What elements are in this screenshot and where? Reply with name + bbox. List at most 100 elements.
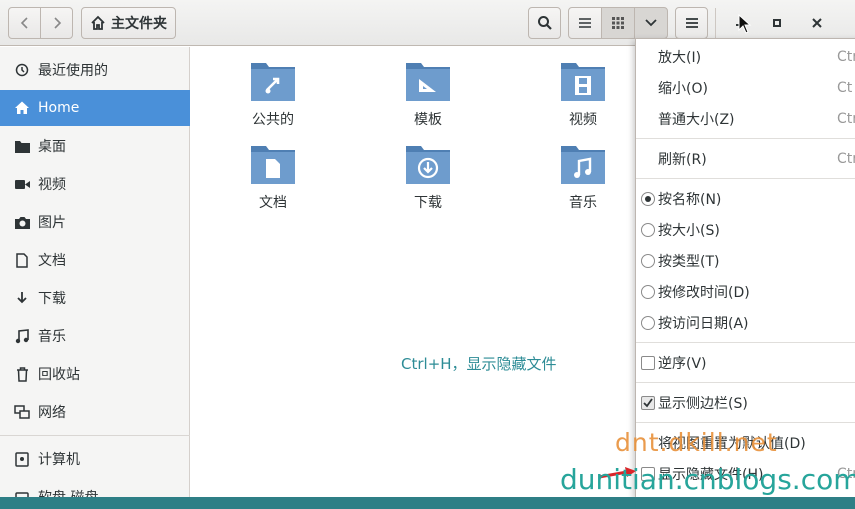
menu-item-sort-type[interactable]: 按类型(T) bbox=[636, 246, 855, 276]
menu-item-sort-size[interactable]: 按大小(S) bbox=[636, 215, 855, 245]
menu-item-zoom-out[interactable]: 缩小(O) Ct bbox=[636, 73, 855, 103]
menu-item-label: 逆序(V) bbox=[658, 356, 707, 372]
folder-icon bbox=[14, 138, 30, 154]
menu-item-accel: Ctr bbox=[837, 151, 855, 167]
disk-icon bbox=[14, 489, 30, 497]
folder-label: 公共的 bbox=[252, 112, 294, 128]
sidebar-item-trash[interactable]: 回收站 bbox=[0, 356, 190, 392]
search-icon bbox=[537, 16, 552, 30]
sidebar-item-computer[interactable]: 计算机 bbox=[0, 441, 190, 477]
sidebar-item-disk[interactable]: 软盘 磁盘 bbox=[0, 479, 190, 497]
maximize-icon bbox=[773, 19, 781, 27]
music-icon bbox=[14, 328, 30, 344]
watermark-site2: dunitian.cnblogs.com bbox=[560, 463, 855, 496]
folder-videos[interactable]: 视频 bbox=[538, 59, 628, 139]
menu-item-label: 显示侧边栏(S) bbox=[658, 396, 748, 412]
sidebar-separator bbox=[0, 435, 190, 436]
view-options-button[interactable] bbox=[634, 7, 668, 39]
menu-item-accel: Ctr bbox=[837, 111, 855, 127]
sidebar-item-network[interactable]: 网络 bbox=[0, 394, 190, 430]
back-button[interactable] bbox=[8, 7, 41, 39]
document-icon bbox=[14, 252, 30, 268]
sidebar-item-home[interactable]: Home bbox=[0, 90, 190, 126]
sidebar-item-label: 回收站 bbox=[38, 367, 80, 383]
home-icon bbox=[14, 100, 30, 116]
list-view-button[interactable] bbox=[568, 7, 602, 39]
path-button-home[interactable]: 主文件夹 bbox=[81, 7, 176, 39]
checkbox-indicator bbox=[641, 396, 655, 410]
radio-indicator bbox=[641, 254, 655, 268]
folder-label: 模板 bbox=[414, 112, 442, 128]
checkbox-indicator bbox=[641, 356, 655, 370]
search-button[interactable] bbox=[528, 7, 561, 39]
menu-item-sort-atime[interactable]: 按访问日期(A) bbox=[636, 308, 855, 338]
chevron-left-icon bbox=[20, 17, 28, 29]
menu-separator bbox=[636, 178, 855, 179]
sidebar-item-documents[interactable]: 文档 bbox=[0, 242, 190, 278]
sidebar-item-label: 音乐 bbox=[38, 329, 66, 345]
menu-item-accel: Ctr bbox=[837, 49, 855, 65]
sidebar-item-label: 图片 bbox=[38, 215, 66, 231]
folder-music[interactable]: 音乐 bbox=[538, 142, 628, 222]
sidebar-item-music[interactable]: 音乐 bbox=[0, 318, 190, 354]
menu-separator bbox=[636, 382, 855, 383]
grid-icon bbox=[612, 17, 624, 29]
menu-item-sort-mtime[interactable]: 按修改时间(D) bbox=[636, 277, 855, 307]
sidebar-item-downloads[interactable]: 下载 bbox=[0, 280, 190, 316]
menu-item-label: 按类型(T) bbox=[658, 254, 720, 270]
sidebar-item-desktop[interactable]: 桌面 bbox=[0, 128, 190, 164]
file-manager-window: 主文件夹 最近使用的 Home 桌面 视频 图片 文档 下载 音乐 回收站 网络… bbox=[0, 0, 855, 497]
menu-item-show-sidebar[interactable]: 显示侧边栏(S) bbox=[636, 388, 855, 418]
grid-view-button[interactable] bbox=[601, 7, 635, 39]
menu-item-label: 按修改时间(D) bbox=[658, 285, 750, 301]
folder-public[interactable]: 公共的 bbox=[228, 59, 318, 139]
folder-label: 音乐 bbox=[569, 195, 597, 211]
home-icon bbox=[91, 15, 105, 30]
menu-item-label: 按访问日期(A) bbox=[658, 316, 749, 332]
forward-button[interactable] bbox=[40, 7, 73, 39]
sidebar-item-videos[interactable]: 视频 bbox=[0, 166, 190, 202]
menu-item-reverse[interactable]: 逆序(V) bbox=[636, 348, 855, 378]
hidden-files-hint: Ctrl+H，显示隐藏文件 bbox=[401, 355, 557, 373]
hamburger-icon bbox=[685, 18, 698, 28]
close-button[interactable] bbox=[806, 12, 828, 34]
sidebar-item-label: 最近使用的 bbox=[38, 63, 108, 79]
close-icon bbox=[812, 18, 822, 28]
folder-documents[interactable]: 文档 bbox=[228, 142, 318, 222]
music-note-icon bbox=[561, 146, 605, 184]
watermark-site1: dnt.dkill.net bbox=[615, 428, 778, 457]
sidebar-item-label: 视频 bbox=[38, 177, 66, 193]
mouse-cursor-icon bbox=[738, 14, 752, 34]
document-icon bbox=[251, 146, 295, 184]
list-icon bbox=[579, 18, 591, 28]
checkmark-icon bbox=[643, 398, 653, 408]
menu-item-label: 普通大小(Z) bbox=[658, 112, 735, 128]
folder-templates[interactable]: 模板 bbox=[383, 59, 473, 139]
sidebar-item-label: 计算机 bbox=[38, 452, 80, 468]
sidebar-item-label: 网络 bbox=[38, 405, 66, 421]
radio-indicator bbox=[641, 223, 655, 237]
menu-item-zoom-in[interactable]: 放大(I) Ctr bbox=[636, 42, 855, 72]
path-label: 主文件夹 bbox=[111, 16, 167, 32]
menu-separator bbox=[636, 422, 855, 423]
sidebar: 最近使用的 Home 桌面 视频 图片 文档 下载 音乐 回收站 网络 计算机 bbox=[0, 47, 190, 497]
computer-icon bbox=[14, 451, 30, 467]
video-icon bbox=[14, 176, 30, 192]
download-icon bbox=[14, 290, 30, 306]
menu-item-reload[interactable]: 刷新(R) Ctr bbox=[636, 144, 855, 174]
main-menu-button[interactable] bbox=[675, 7, 708, 39]
radio-indicator bbox=[641, 192, 655, 206]
radio-indicator bbox=[641, 316, 655, 330]
maximize-button[interactable] bbox=[766, 12, 788, 34]
folder-downloads[interactable]: 下载 bbox=[383, 142, 473, 222]
menu-item-label: 放大(I) bbox=[658, 50, 702, 66]
sidebar-item-recent[interactable]: 最近使用的 bbox=[0, 52, 190, 88]
menu-separator bbox=[636, 138, 855, 139]
radio-indicator bbox=[641, 285, 655, 299]
sidebar-item-label: Home bbox=[38, 100, 80, 116]
menu-item-normal-size[interactable]: 普通大小(Z) Ctr bbox=[636, 104, 855, 134]
sidebar-item-label: 文档 bbox=[38, 253, 66, 269]
menu-item-sort-name[interactable]: 按名称(N) bbox=[636, 184, 855, 214]
folder-label: 文档 bbox=[259, 195, 287, 211]
sidebar-item-pictures[interactable]: 图片 bbox=[0, 204, 190, 240]
